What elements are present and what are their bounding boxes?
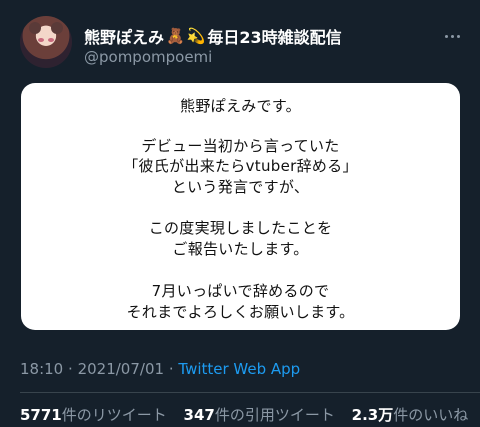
tweet-time[interactable]: 18:10 <box>20 360 63 378</box>
more-options-icon[interactable] <box>440 24 464 48</box>
image-text-line-8: それまでよろしくお願いします。 <box>126 303 355 321</box>
attached-image[interactable]: 熊野ぽえみです。 デビュー当初から言っていた 「彼氏が出来たらvtuber辞める… <box>21 83 460 330</box>
dizzy-star-icon: 💫 <box>186 26 206 45</box>
avatar-ear-right <box>51 22 63 34</box>
image-text-line-2: デビュー当初から言っていた <box>141 137 340 155</box>
image-text-line-4: という発言ですが、 <box>171 178 310 196</box>
divider <box>20 392 480 393</box>
image-text-line-1: 熊野ぽえみです。 <box>180 97 301 115</box>
tweet-meta: 18:10 · 2021/07/01 · Twitter Web App <box>20 360 300 378</box>
like-count-link[interactable]: 2.3万件のいいね <box>352 406 469 424</box>
retweet-label: 件のリツイート <box>61 406 167 424</box>
engagement-stats: 5771件のリツイート 347件の引用ツイート 2.3万件のいいね <box>20 404 480 425</box>
tweet-date[interactable]: 2021/07/01 <box>78 360 164 378</box>
source-app-link[interactable]: Twitter Web App <box>178 360 300 378</box>
like-count: 2.3万 <box>351 406 394 424</box>
display-name[interactable]: 熊野ぽえみ 🧸 💫 毎日23時雑談配信 <box>84 24 342 48</box>
display-name-text: 熊野ぽえみ <box>84 28 165 47</box>
image-text-line-7: 7月いっぱいで辞めるので <box>151 282 330 300</box>
teddy-bear-icon: 🧸 <box>166 26 185 45</box>
tweet-header: 熊野ぽえみ 🧸 💫 毎日23時雑談配信 @pompompoemi <box>0 0 480 82</box>
image-text-line-6: ご報告いたします。 <box>172 240 309 258</box>
meta-separator-2: · <box>168 360 174 378</box>
avatar-eye-right <box>48 38 54 42</box>
avatar-ear-left <box>29 22 41 34</box>
like-label: 件のいいね <box>393 406 469 424</box>
avatar[interactable] <box>20 16 72 68</box>
image-text-line-3: 「彼氏が出来たらvtuber辞める」 <box>123 157 358 175</box>
quote-label: 件の引用ツイート <box>214 406 335 424</box>
display-name-suffix: 毎日23時雑談配信 <box>207 28 342 47</box>
quote-count-link[interactable]: 347件の引用ツイート <box>184 406 340 424</box>
meta-separator: · <box>68 360 73 378</box>
retweet-count-link[interactable]: 5771件のリツイート <box>20 406 172 424</box>
image-text-line-5: この度実現しましたことを <box>148 219 333 237</box>
avatar-eye-left <box>38 38 44 42</box>
retweet-count: 5771 <box>20 406 62 424</box>
user-handle[interactable]: @pompompoemi <box>84 48 212 66</box>
quote-count: 347 <box>183 406 215 424</box>
